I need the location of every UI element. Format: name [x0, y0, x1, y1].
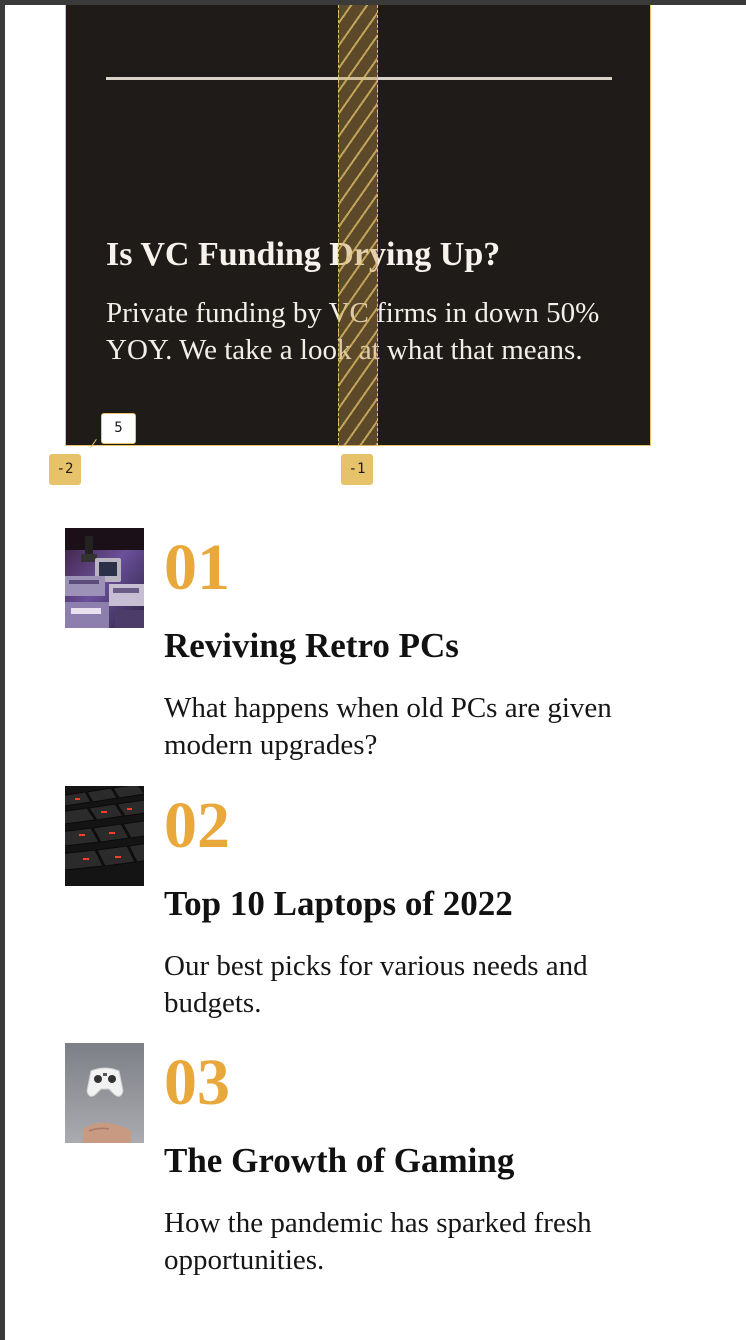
- article-title[interactable]: Reviving Retro PCs: [164, 624, 459, 668]
- article-description: What happens when old PCs are given mode…: [164, 692, 612, 761]
- article-title[interactable]: Top 10 Laptops of 2022: [164, 882, 513, 926]
- grid-line-label-column: -1: [341, 454, 373, 485]
- article-title[interactable]: The Growth of Gaming: [164, 1139, 514, 1183]
- grid-column-overlay: [338, 5, 378, 446]
- game-controller-photo: [65, 1043, 144, 1143]
- article-description: How the pandemic has sparked fresh oppor…: [164, 1207, 592, 1276]
- gaming-thumbnail[interactable]: [65, 1043, 144, 1143]
- article-number: 01: [164, 531, 230, 604]
- article-number: 03: [164, 1046, 230, 1119]
- retro-pc-photo: [65, 528, 144, 628]
- article-number: 02: [164, 789, 230, 862]
- laptop-thumbnail[interactable]: [65, 786, 144, 886]
- article-description: Our best picks for various needs and bud…: [164, 950, 588, 1019]
- laptop-keyboard-photo: [65, 786, 144, 886]
- window-left-edge: [0, 0, 5, 1340]
- grid-item-count-badge: 5: [101, 413, 136, 444]
- grid-line-label-left: -2: [49, 454, 81, 485]
- retro-pc-thumbnail[interactable]: [65, 528, 144, 628]
